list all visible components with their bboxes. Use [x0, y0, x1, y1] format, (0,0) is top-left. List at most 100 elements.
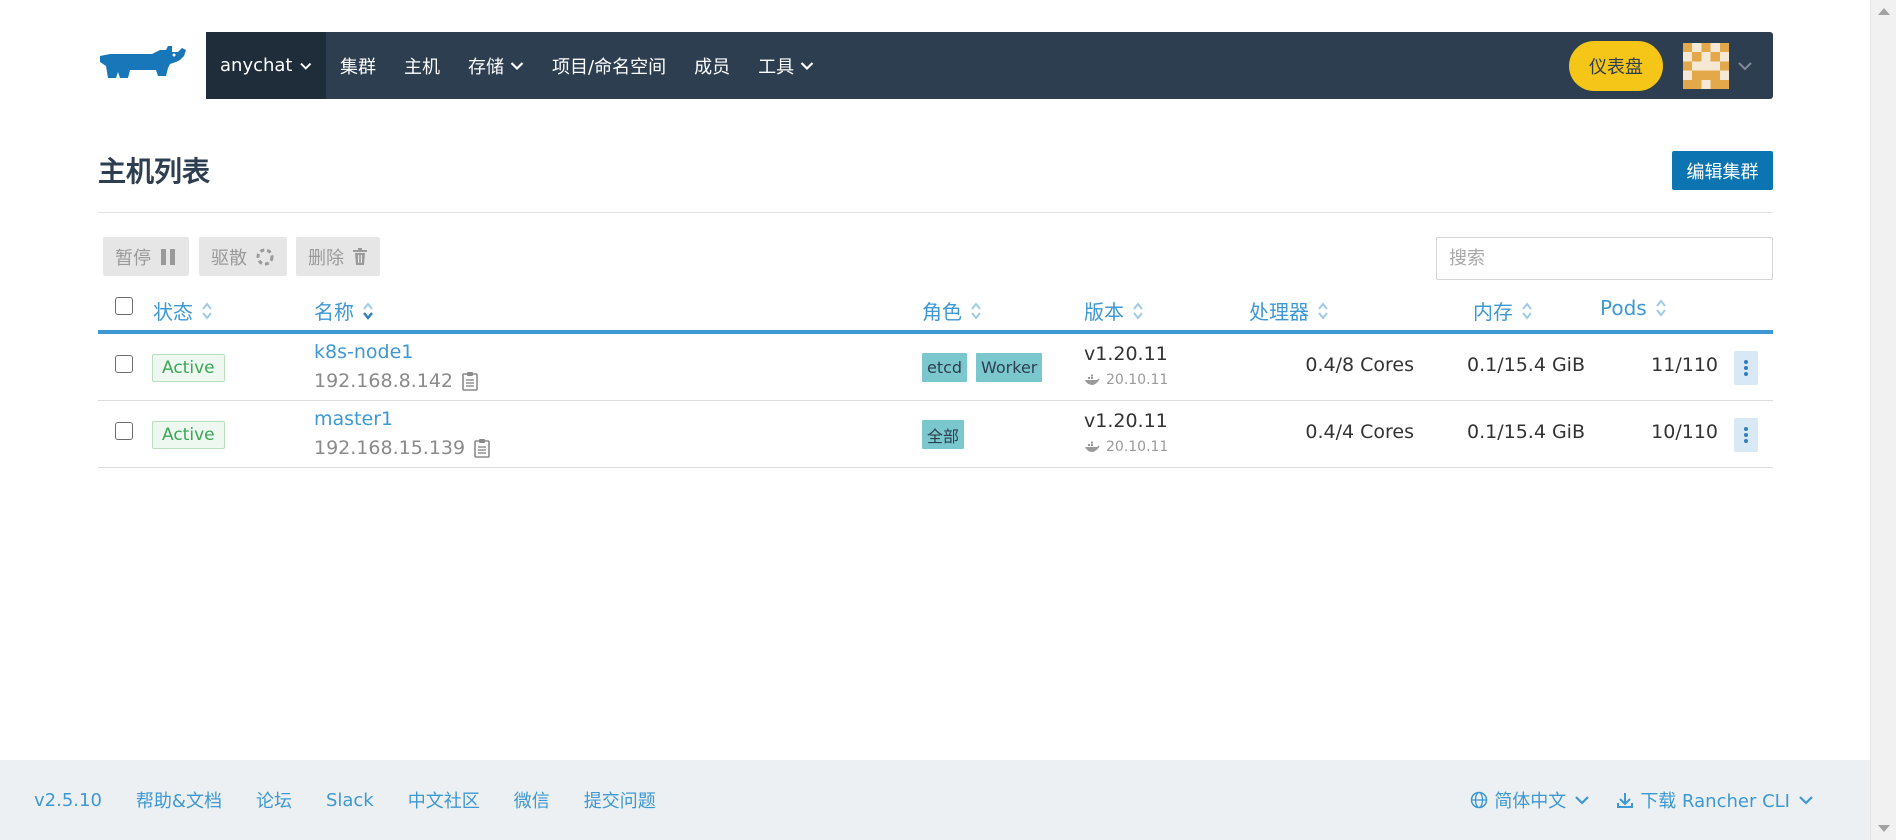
host-ip: 192.168.15.139 [314, 437, 491, 459]
footer-link-issue[interactable]: 提交问题 [584, 787, 656, 813]
cluster-name: anychat [220, 55, 293, 76]
nav-label: 项目/命名空间 [552, 56, 667, 78]
row-actions-button[interactable] [1734, 418, 1758, 452]
delete-button[interactable]: 删除 [296, 237, 380, 276]
table-row: Active k8s-node1 192.168.8.142 etcd Work… [98, 334, 1773, 401]
cpu-usage: 0.4/4 Cores [1305, 421, 1414, 443]
rancher-logo-icon[interactable] [96, 42, 192, 90]
chevron-down-icon [800, 61, 814, 70]
scroll-up-icon[interactable] [1878, 8, 1890, 15]
k8s-version: v1.20.11 [1084, 410, 1168, 432]
nav-item-clusters[interactable]: 集群 [326, 32, 390, 99]
host-ip-text: 192.168.8.142 [314, 370, 454, 392]
footer-right: 简体中文 下载 Rancher CLI [1444, 787, 1870, 813]
chevron-down-icon [1799, 796, 1813, 805]
row-checkbox[interactable] [115, 355, 133, 373]
row-checkbox[interactable] [115, 422, 133, 440]
top-navbar: anychat 集群 主机 存储 项目/命名空间 成员 工具 仪表盘 [206, 32, 1773, 99]
host-ip-text: 192.168.15.139 [314, 437, 466, 459]
column-label: Pods [1600, 296, 1647, 320]
sort-icon [1655, 299, 1666, 317]
footer-version-link[interactable]: v2.5.10 [34, 790, 102, 811]
pause-label: 暂停 [115, 247, 151, 268]
nav-item-projects[interactable]: 项目/命名空间 [538, 32, 680, 99]
nav-label: 成员 [694, 56, 731, 78]
trash-icon [353, 247, 367, 265]
user-avatar[interactable] [1683, 42, 1729, 89]
language-label: 简体中文 [1494, 791, 1567, 812]
pause-button[interactable]: 暂停 [103, 237, 189, 276]
drain-icon [256, 248, 274, 265]
pods-usage: 11/110 [1651, 354, 1718, 376]
nav-item-tools[interactable]: 工具 [744, 32, 828, 99]
page-title: 主机列表 [98, 155, 211, 188]
sort-icon [1318, 301, 1328, 320]
divider [98, 212, 1773, 213]
role-tag: 全部 [922, 420, 965, 449]
host-name-link[interactable]: k8s-node1 [314, 341, 413, 363]
nav-item-members[interactable]: 成员 [680, 32, 744, 99]
delete-label: 删除 [308, 247, 344, 268]
column-label: 名称 [314, 300, 354, 324]
host-ip: 192.168.8.142 [314, 370, 479, 392]
pods-usage: 10/110 [1651, 421, 1718, 443]
edit-cluster-button[interactable]: 编辑集群 [1672, 151, 1773, 190]
column-roles[interactable]: 角色 [922, 296, 982, 325]
column-cpu[interactable]: 处理器 [1249, 296, 1329, 325]
drain-button[interactable]: 驱散 [199, 237, 287, 276]
language-selector[interactable]: 简体中文 [1470, 787, 1590, 813]
column-label: 内存 [1473, 300, 1513, 324]
cluster-switcher[interactable]: anychat [206, 32, 326, 99]
chevron-down-icon [510, 61, 524, 70]
sort-icon [1522, 301, 1532, 320]
docker-icon [1085, 441, 1100, 452]
column-pods[interactable]: Pods [1600, 296, 1667, 320]
sort-icon [971, 301, 981, 320]
footer: v2.5.10 帮助&文档 论坛 Slack 中文社区 微信 提交问题 简体中文… [0, 760, 1870, 840]
dashboard-button[interactable]: 仪表盘 [1569, 40, 1663, 91]
column-label: 版本 [1084, 300, 1124, 324]
scroll-down-icon[interactable] [1878, 825, 1890, 832]
footer-link-wechat[interactable]: 微信 [514, 787, 550, 813]
footer-link-forum[interactable]: 论坛 [256, 787, 292, 813]
kebab-menu-icon [1744, 360, 1748, 376]
search-input[interactable] [1436, 237, 1773, 280]
nav-item-hosts[interactable]: 主机 [390, 32, 454, 99]
footer-link-community[interactable]: 中文社区 [408, 787, 480, 813]
column-name[interactable]: 名称 [314, 296, 374, 325]
docker-version-text: 20.10.11 [1106, 372, 1169, 388]
nav-label: 工具 [758, 56, 795, 78]
table-header: 状态 名称 角色 版本 处理器 内存 Pods [98, 290, 1773, 334]
host-name-link[interactable]: master1 [314, 408, 393, 430]
column-label: 角色 [922, 300, 962, 324]
copy-icon[interactable] [461, 371, 479, 391]
status-badge: Active [152, 421, 225, 449]
column-version[interactable]: 版本 [1084, 296, 1144, 325]
table-row: Active master1 192.168.15.139 全部 v1.20.1… [98, 401, 1773, 468]
cpu-usage: 0.4/8 Cores [1305, 354, 1414, 376]
footer-links: v2.5.10 帮助&文档 论坛 Slack 中文社区 微信 提交问题 [0, 787, 690, 813]
kebab-menu-icon [1744, 427, 1748, 443]
nav-item-storage[interactable]: 存储 [454, 32, 538, 99]
docker-version: 20.10.11 [1084, 439, 1168, 455]
download-icon [1617, 793, 1634, 808]
chevron-down-icon [300, 62, 312, 70]
vertical-scrollbar[interactable] [1870, 0, 1896, 840]
role-tag: Worker [976, 353, 1043, 382]
column-memory[interactable]: 内存 [1473, 296, 1533, 325]
drain-label: 驱散 [211, 247, 247, 268]
memory-usage: 0.1/15.4 GiB [1467, 354, 1585, 376]
column-state[interactable]: 状态 [153, 296, 213, 325]
footer-link-slack[interactable]: Slack [326, 790, 374, 811]
copy-icon[interactable] [473, 438, 491, 458]
sort-desc-icon [363, 301, 373, 320]
select-all-checkbox[interactable] [115, 297, 133, 315]
column-label: 状态 [153, 300, 193, 324]
status-badge: Active [152, 354, 225, 382]
download-cli-menu[interactable]: 下载 Rancher CLI [1616, 787, 1814, 813]
chevron-down-icon[interactable] [1737, 58, 1753, 74]
docker-icon [1085, 374, 1100, 385]
nav-label: 集群 [340, 56, 376, 78]
row-actions-button[interactable] [1734, 351, 1758, 385]
footer-link-docs[interactable]: 帮助&文档 [136, 787, 222, 813]
